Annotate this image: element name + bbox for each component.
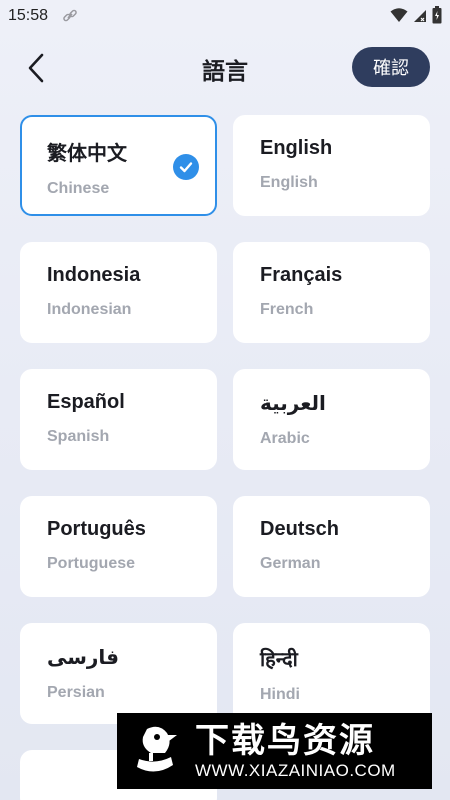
language-english-name: French [260,301,314,318]
language-english-name: Chinese [47,180,110,197]
language-name: Indonesia [47,264,141,286]
watermark-text: 下载鸟资源 WWW.XIAZAINIAO.COM [195,721,396,781]
language-english-name: German [260,555,321,572]
status-time: 15:58 [8,7,49,24]
battery-icon [432,6,442,24]
watermark-url: WWW.XIAZAINIAO.COM [195,761,396,780]
language-english-name: Arabic [260,430,310,447]
watermark-logo: 下载鸟资源 WWW.XIAZAINIAO.COM [117,713,432,789]
language-name: Français [260,264,343,286]
language-card[interactable]: Deutsch German [233,496,430,597]
language-name: Deutsch [260,518,339,540]
language-card[interactable]: العربية Arabic [233,369,430,470]
language-name: فارسی [47,647,120,669]
language-card[interactable]: Indonesia Indonesian [20,242,217,343]
cell-signal-icon [414,10,426,22]
watermark-title: 下载鸟资源 [195,721,375,761]
language-card[interactable]: हिन्दी Hindi [233,623,430,724]
language-card[interactable]: Français French [233,242,430,343]
checkmark-icon [173,154,199,180]
language-card[interactable]: Español Spanish [20,369,217,470]
language-grid: 繁体中文 Chinese English English Indonesia Indone… [20,115,430,724]
language-english-name: Portuguese [47,555,136,572]
header: 語言 確認 [0,40,450,96]
language-english-name: Indonesian [47,301,132,318]
language-name: العربية [260,393,326,415]
language-card[interactable]: Português Portuguese [20,496,217,597]
language-english-name: Hindi [260,686,300,703]
language-english-name: Persian [47,684,105,701]
language-name: Português [47,518,146,540]
link-icon [63,9,77,22]
bird-logo-icon [137,726,177,772]
language-name: Español [47,391,125,413]
language-name: हिन्दी [260,649,298,671]
confirm-button[interactable]: 確認 [352,47,430,87]
language-name: English [260,137,333,159]
language-card[interactable]: 繁体中文 Chinese [20,115,217,216]
status-bar: 15:58 [0,0,450,32]
language-card[interactable]: English English [233,115,430,216]
language-english-name: Spanish [47,428,110,445]
wifi-icon [390,8,408,22]
language-english-name: English [260,174,318,191]
language-card[interactable]: فارسی Persian [20,623,217,724]
